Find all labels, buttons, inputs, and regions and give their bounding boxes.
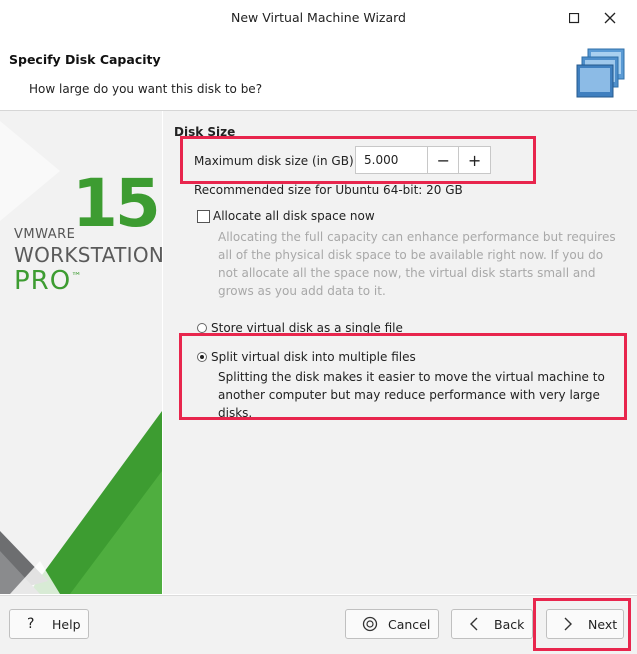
maximize-button[interactable]	[562, 6, 586, 30]
window-title: New Virtual Machine Wizard	[231, 10, 406, 25]
allocate-all-description: Allocating the full capacity can enhance…	[218, 230, 616, 298]
back-label: Back	[494, 616, 525, 632]
page-subtitle: How large do you want this disk to be?	[29, 82, 263, 96]
close-button[interactable]	[598, 6, 622, 30]
title-bar: New Virtual Machine Wizard	[0, 0, 637, 36]
allocate-all-label: Allocate all disk space now	[213, 209, 375, 223]
cancel-label: Cancel	[388, 616, 431, 632]
split-option-highlight	[179, 333, 627, 420]
page-title: Specify Disk Capacity	[9, 52, 161, 67]
back-button[interactable]: Back	[451, 609, 533, 639]
brand-vmware: VMWARE	[14, 227, 76, 242]
close-icon	[604, 12, 616, 24]
brand-workstation: WORKSTATION	[14, 243, 162, 267]
allocate-all-checkbox-row[interactable]: Allocate all disk space now	[197, 209, 375, 223]
help-button[interactable]: ? Help	[9, 609, 89, 639]
chevron-left-icon	[470, 617, 478, 631]
allocate-all-checkbox[interactable]	[197, 209, 210, 223]
next-button-highlight	[533, 598, 631, 651]
brand-sidebar: 15 VMWARE WORKSTATION PRO™	[0, 111, 162, 594]
virtual-disk-icon	[576, 48, 625, 98]
cancel-button[interactable]: Cancel	[345, 609, 439, 639]
help-icon: ?	[27, 616, 35, 632]
brand-version: 15	[72, 165, 161, 242]
wizard-header: Specify Disk Capacity How large do you w…	[0, 36, 637, 111]
help-label: Help	[52, 616, 81, 632]
disk-size-highlight	[180, 136, 536, 184]
single-file-radio[interactable]	[197, 323, 207, 333]
brand-edition: PRO™	[14, 266, 83, 296]
recommended-size-text: Recommended size for Ubuntu 64-bit: 20 G…	[194, 183, 463, 197]
maximize-icon	[568, 12, 579, 23]
cancel-icon	[362, 616, 378, 632]
